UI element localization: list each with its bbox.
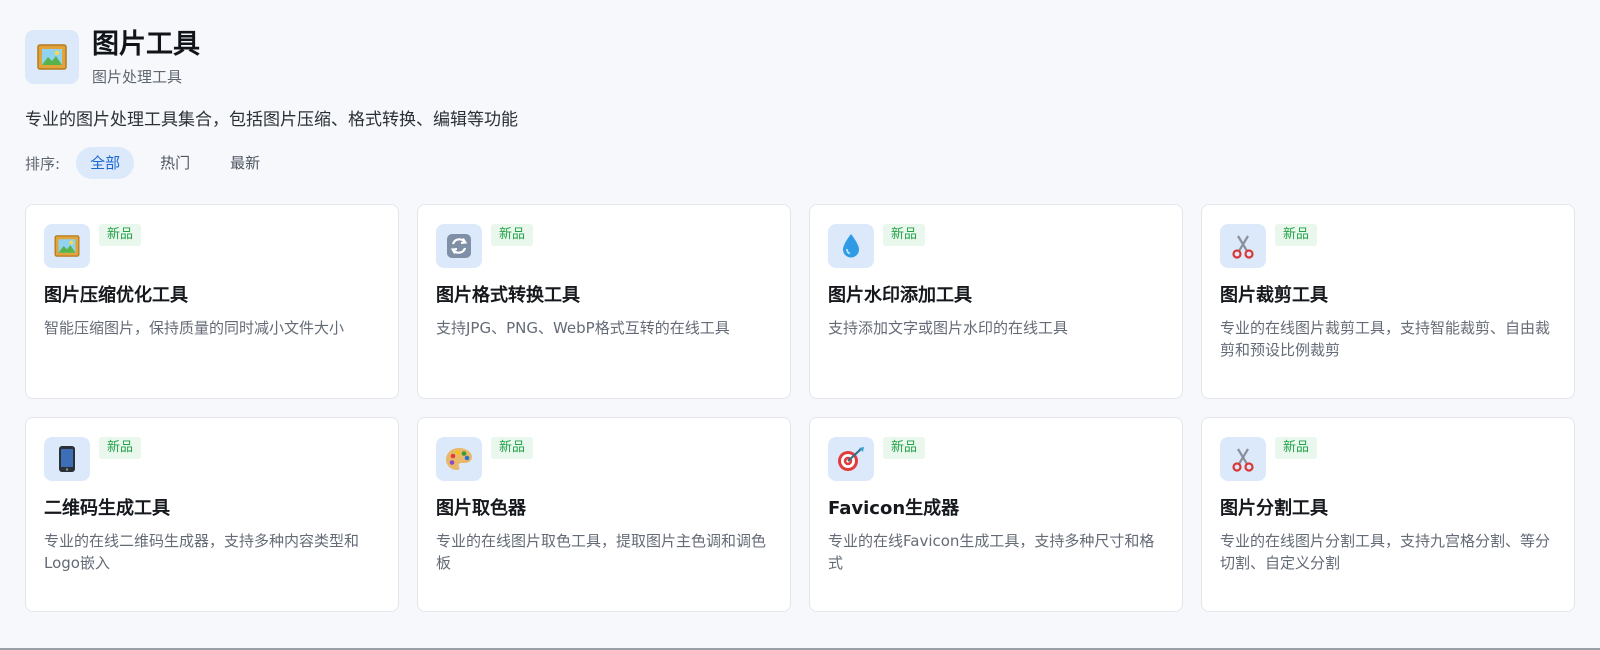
tool-card-image-compress[interactable]: 新品 图片压缩优化工具 智能压缩图片，保持质量的同时减小文件大小 bbox=[25, 204, 399, 399]
new-badge: 新品 bbox=[491, 437, 534, 459]
tool-description: 专业的在线Favicon生成工具，支持多种尺寸和格式 bbox=[828, 532, 1155, 572]
tool-description: 支持JPG、PNG、WebP格式互转的在线工具 bbox=[436, 319, 730, 337]
tool-description: 专业的在线二维码生成器，支持多种内容类型和Logo嵌入 bbox=[44, 532, 360, 572]
artist-palette-icon bbox=[436, 437, 482, 481]
tool-card-favicon[interactable]: 新品 Favicon生成器 专业的在线Favicon生成工具，支持多种尺寸和格式 bbox=[809, 417, 1183, 612]
water-drop-icon bbox=[828, 224, 874, 268]
tool-title: 图片水印添加工具 bbox=[828, 285, 972, 306]
tool-description: 专业的在线图片分割工具，支持九宫格分割、等分切割、自定义分割 bbox=[1220, 532, 1551, 572]
framed-picture-icon bbox=[44, 224, 90, 268]
scissors-icon bbox=[1220, 437, 1266, 481]
new-badge: 新品 bbox=[491, 224, 534, 246]
refresh-arrows-icon bbox=[436, 224, 482, 268]
tool-card-watermark[interactable]: 新品 图片水印添加工具 支持添加文字或图片水印的在线工具 bbox=[809, 204, 1183, 399]
tool-card-qrcode[interactable]: 新品 二维码生成工具 专业的在线二维码生成器，支持多种内容类型和Logo嵌入 bbox=[25, 417, 399, 612]
sort-bar: 排序: 全部 热门 最新 bbox=[25, 146, 1575, 180]
sort-option-popular[interactable]: 热门 bbox=[146, 147, 204, 179]
tool-description: 专业的在线图片取色工具，提取图片主色调和调色板 bbox=[436, 532, 767, 572]
scissors-icon bbox=[1220, 224, 1266, 268]
tool-title: 图片取色器 bbox=[436, 498, 526, 519]
framed-picture-icon bbox=[25, 30, 79, 84]
new-badge: 新品 bbox=[883, 437, 926, 459]
sort-option-newest[interactable]: 最新 bbox=[216, 147, 274, 179]
page-title: 图片工具 bbox=[92, 29, 200, 60]
sort-label: 排序: bbox=[25, 154, 61, 173]
tool-description: 智能压缩图片，保持质量的同时减小文件大小 bbox=[44, 319, 345, 337]
tool-grid: 新品 图片压缩优化工具 智能压缩图片，保持质量的同时减小文件大小 新品 图片格式… bbox=[25, 204, 1575, 612]
page: 图片工具 图片处理工具 专业的图片处理工具集合，包括图片压缩、格式转换、编辑等功… bbox=[0, 0, 1600, 650]
page-header: 图片工具 图片处理工具 bbox=[25, 0, 1575, 86]
tool-title: 二维码生成工具 bbox=[44, 498, 170, 519]
sort-option-all[interactable]: 全部 bbox=[76, 147, 135, 179]
tool-card-crop[interactable]: 新品 图片裁剪工具 专业的在线图片裁剪工具，支持智能裁剪、自由裁剪和预设比例裁剪 bbox=[1201, 204, 1575, 399]
new-badge: 新品 bbox=[1275, 224, 1318, 246]
tool-title: 图片分割工具 bbox=[1220, 498, 1328, 519]
tool-card-color-picker[interactable]: 新品 图片取色器 专业的在线图片取色工具，提取图片主色调和调色板 bbox=[417, 417, 791, 612]
tool-card-split[interactable]: 新品 图片分割工具 专业的在线图片分割工具，支持九宫格分割、等分切割、自定义分割 bbox=[1201, 417, 1575, 612]
tool-title: 图片格式转换工具 bbox=[436, 285, 580, 306]
target-dart-icon bbox=[828, 437, 874, 481]
mobile-phone-icon bbox=[44, 437, 90, 481]
new-badge: 新品 bbox=[99, 437, 142, 459]
page-subtitle: 图片处理工具 bbox=[92, 68, 183, 86]
new-badge: 新品 bbox=[883, 224, 926, 246]
page-description: 专业的图片处理工具集合，包括图片压缩、格式转换、编辑等功能 bbox=[25, 110, 518, 130]
tool-title: 图片压缩优化工具 bbox=[44, 285, 188, 306]
tool-title: 图片裁剪工具 bbox=[1220, 285, 1328, 306]
tool-title: Favicon生成器 bbox=[828, 498, 960, 519]
tool-description: 支持添加文字或图片水印的在线工具 bbox=[828, 319, 1069, 337]
tool-description: 专业的在线图片裁剪工具，支持智能裁剪、自由裁剪和预设比例裁剪 bbox=[1220, 319, 1551, 359]
new-badge: 新品 bbox=[99, 224, 142, 246]
new-badge: 新品 bbox=[1275, 437, 1318, 459]
tool-card-format-convert[interactable]: 新品 图片格式转换工具 支持JPG、PNG、WebP格式互转的在线工具 bbox=[417, 204, 791, 399]
